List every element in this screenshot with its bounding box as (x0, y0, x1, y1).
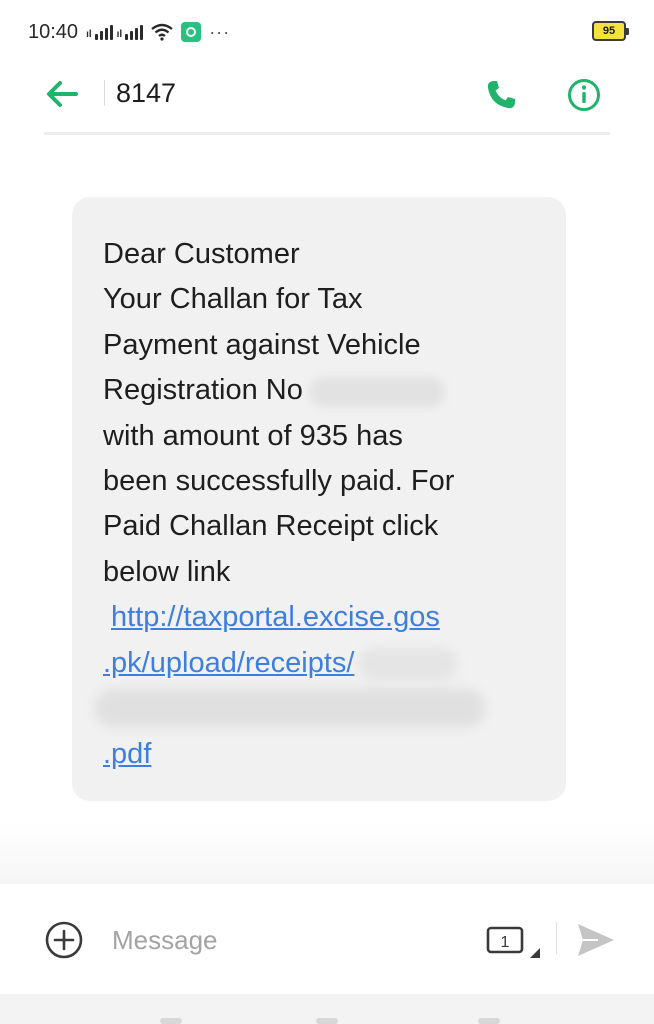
phone-icon[interactable] (484, 78, 518, 112)
nav-menu-key[interactable] (160, 1018, 182, 1024)
wifi-icon (151, 23, 173, 41)
receipt-link[interactable]: .pdf (103, 732, 546, 777)
signal-bars-icon: ıl (117, 24, 144, 40)
sim-label: 1 (501, 934, 510, 951)
sim-card-icon[interactable]: 1 (486, 924, 542, 960)
nav-home-key[interactable] (316, 1018, 338, 1024)
messenger-app-icon (181, 22, 202, 42)
message-line: Registration No (103, 374, 303, 407)
message-line: Dear Customer (103, 238, 300, 270)
header-separator (44, 132, 610, 135)
message-line: been successfully paid. For (103, 465, 455, 498)
status-time: 10:40 (28, 20, 79, 43)
send-icon[interactable] (574, 920, 616, 960)
receipt-link[interactable]: http://taxportal.excise.gos (103, 595, 546, 640)
battery-level: 95 (602, 25, 616, 37)
message-bubble[interactable]: Dear Customer Your Challan for Tax Payme… (72, 197, 566, 801)
info-icon[interactable] (566, 77, 602, 113)
message-input[interactable] (112, 918, 452, 962)
status-bar: 10:40 ıl ıl ··· 95 (0, 0, 654, 64)
redacted-link-part (95, 688, 485, 729)
redacted-link-part (358, 648, 459, 680)
message-line: Payment against Vehicle (103, 328, 421, 361)
message-line: below link (103, 555, 231, 588)
thread-fade (0, 820, 654, 884)
system-nav-bar (0, 994, 654, 1024)
contact-number[interactable]: 8147 (116, 78, 176, 109)
arrow-left-icon[interactable] (44, 78, 80, 110)
message-line-registration: Registration No (103, 368, 546, 413)
message-line: with amount of 935 has (103, 419, 403, 452)
redacted-registration (308, 376, 445, 407)
receipt-link[interactable]: .pk/upload/receipts/ (103, 647, 354, 679)
composer-bar: 1 (0, 884, 654, 994)
conversation-header: 8147 (0, 64, 654, 124)
battery-icon: 95 (592, 21, 629, 41)
signal-bars-icon: ıl (86, 24, 113, 40)
more-indicator: ··· (209, 21, 231, 42)
receipt-link-row: .pk/upload/receipts/ (103, 641, 546, 686)
nav-back-key[interactable] (478, 1018, 500, 1024)
header-divider (104, 80, 105, 106)
message-line: Your Challan for Tax (103, 283, 363, 316)
composer-divider (556, 922, 557, 954)
message-line: Paid Challan Receipt click (103, 510, 439, 543)
plus-circle-icon[interactable] (44, 920, 84, 960)
